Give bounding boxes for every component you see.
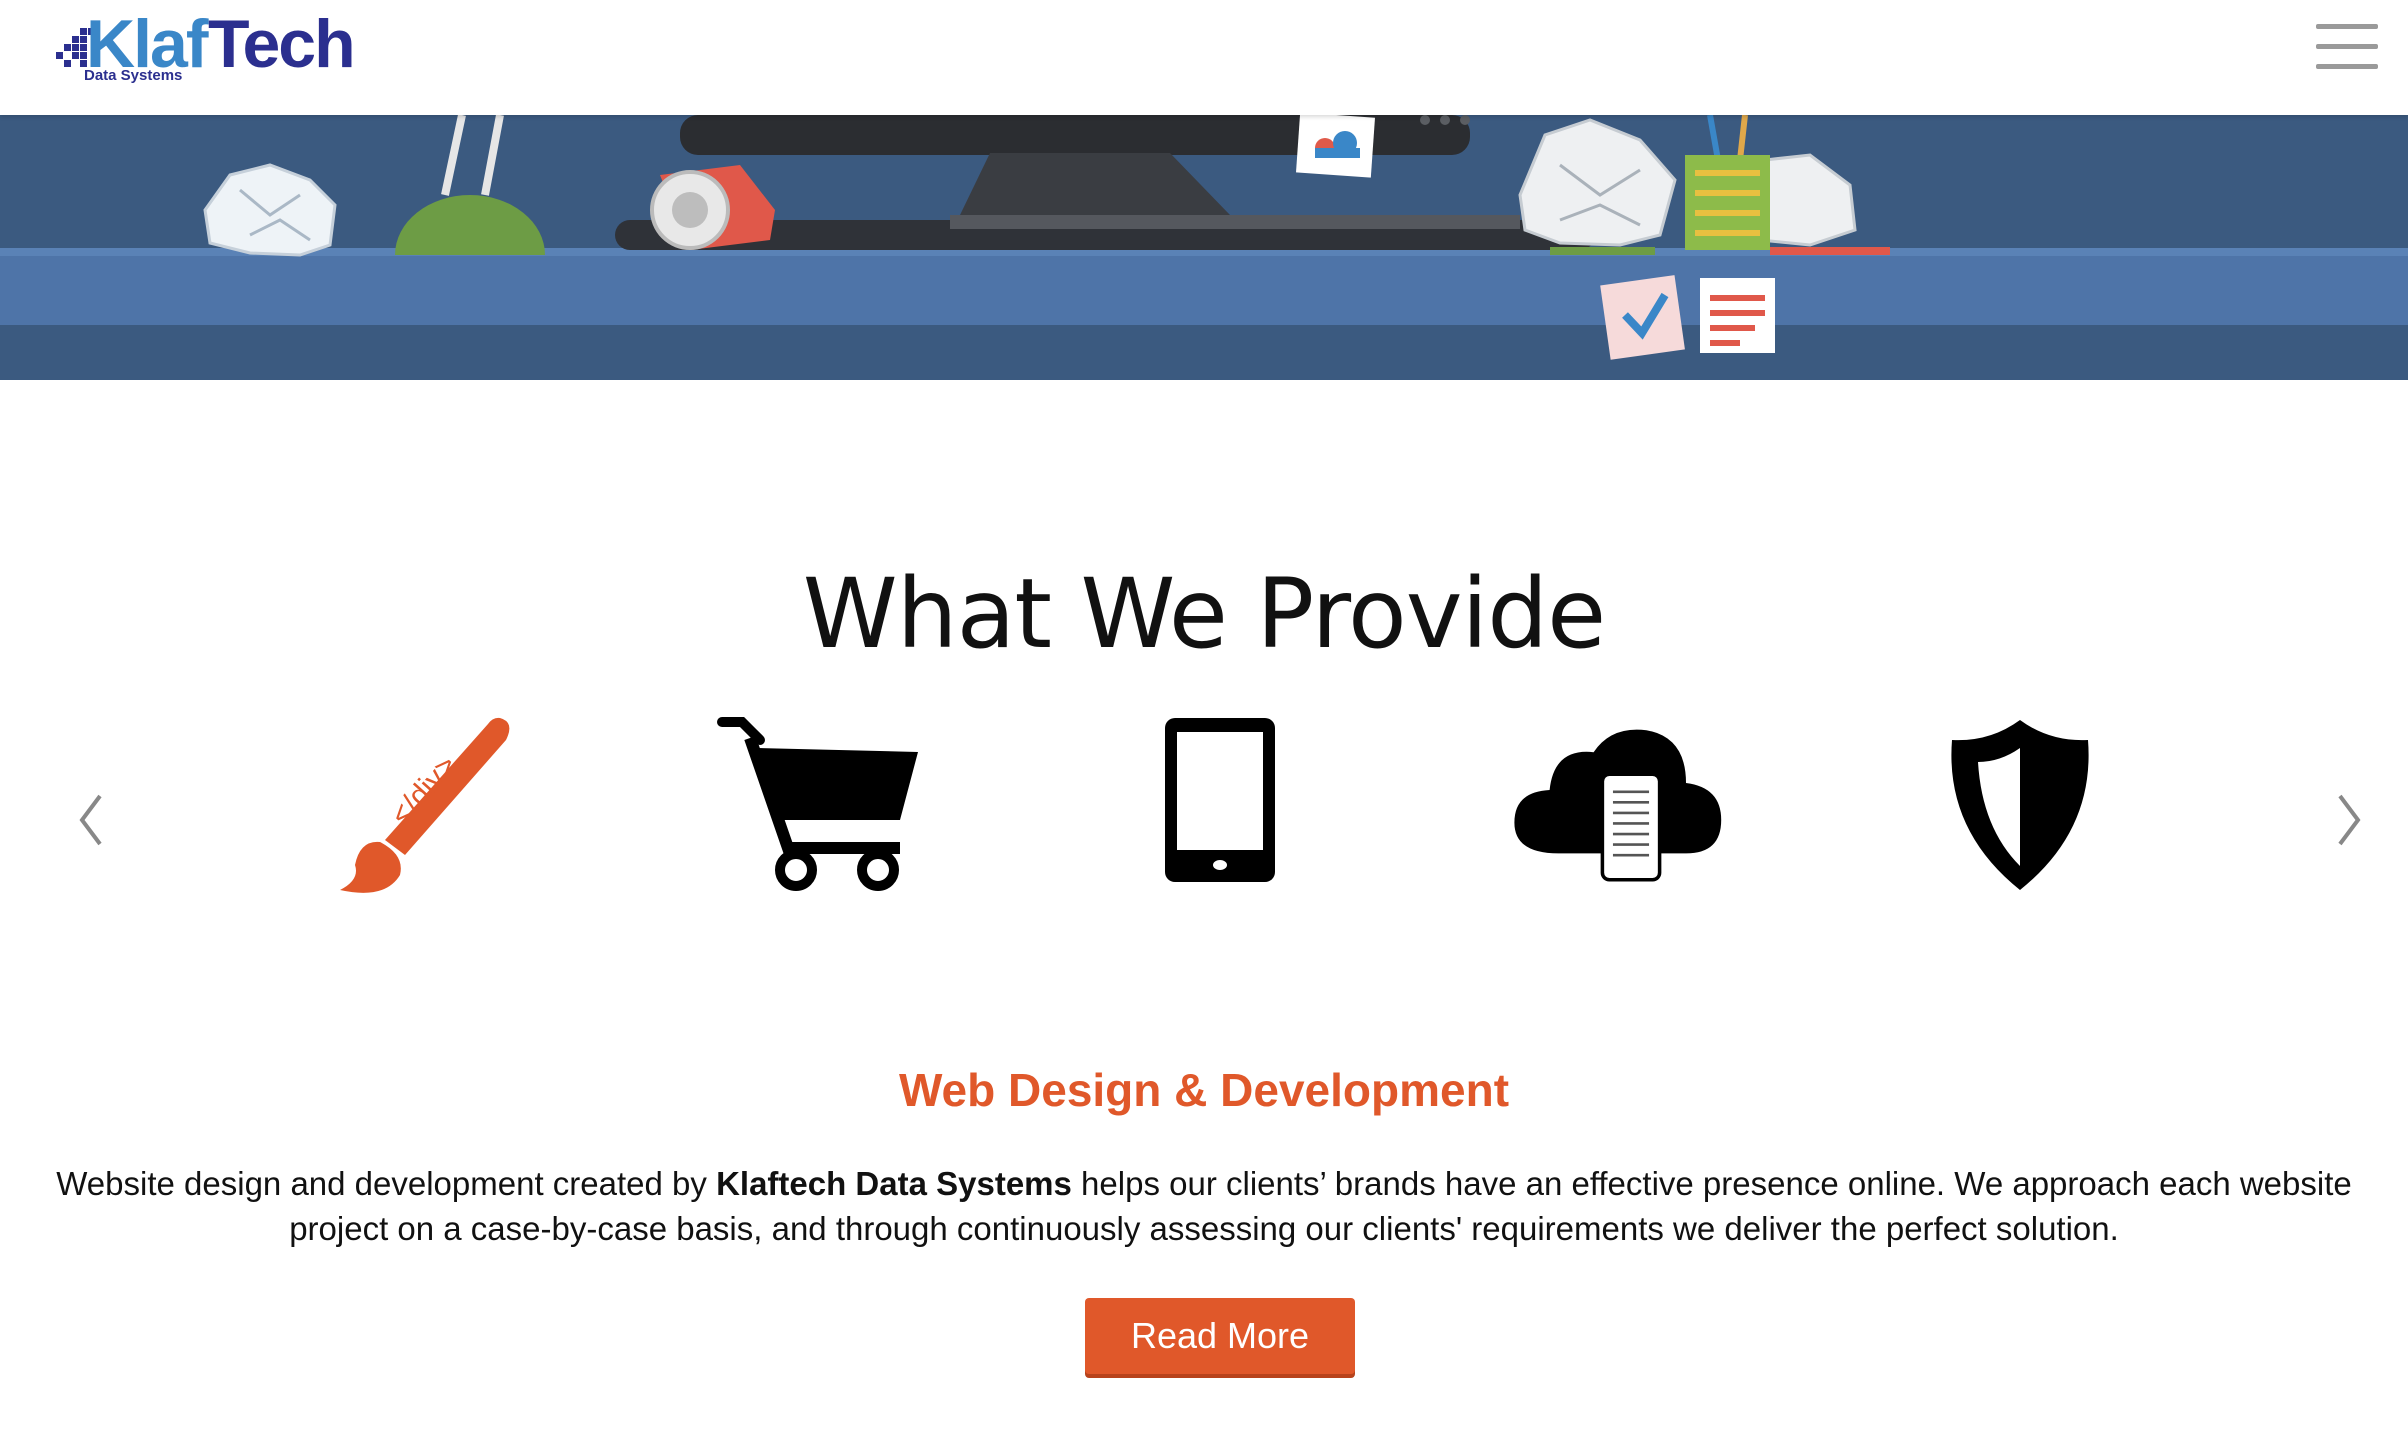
site-header: Klaf Tech Data Systems bbox=[0, 0, 2408, 115]
chevron-right-icon[interactable] bbox=[2330, 790, 2370, 850]
desc-brand-name: Klaftech Data Systems bbox=[716, 1165, 1072, 1202]
service-title: Web Design & Development bbox=[898, 1064, 1510, 1117]
desc-text-start: Website design and development created b… bbox=[56, 1165, 717, 1202]
shield-icon bbox=[1951, 720, 2089, 890]
hero-banner bbox=[0, 112, 2408, 380]
cloud-note-icon bbox=[1295, 112, 1376, 178]
logo-subtitle: Data Systems bbox=[84, 67, 183, 84]
service-ecommerce[interactable] bbox=[710, 710, 930, 900]
shopping-cart-icon bbox=[717, 717, 918, 891]
logo-text-tech: Tech bbox=[208, 6, 356, 82]
service-description: Website design and development created b… bbox=[40, 1161, 2368, 1251]
read-more-button[interactable]: Read More bbox=[1085, 1298, 1355, 1374]
section-heading: What We Provide bbox=[802, 558, 1606, 671]
service-web-design[interactable]: </div> bbox=[310, 710, 530, 900]
service-security[interactable] bbox=[1910, 710, 2130, 900]
klaftech-logo[interactable]: Klaf Tech Data Systems bbox=[50, 8, 370, 88]
chevron-left-icon[interactable] bbox=[70, 790, 110, 850]
hamburger-menu-icon[interactable] bbox=[2316, 24, 2378, 70]
desk-illustration bbox=[0, 112, 2408, 380]
service-mobile[interactable] bbox=[1110, 710, 1330, 900]
service-cloud[interactable] bbox=[1510, 710, 1730, 900]
paintbrush-code-icon: </div> bbox=[340, 717, 510, 893]
cloud-mobile-icon bbox=[1514, 729, 1722, 882]
tablet-icon bbox=[1165, 718, 1275, 882]
